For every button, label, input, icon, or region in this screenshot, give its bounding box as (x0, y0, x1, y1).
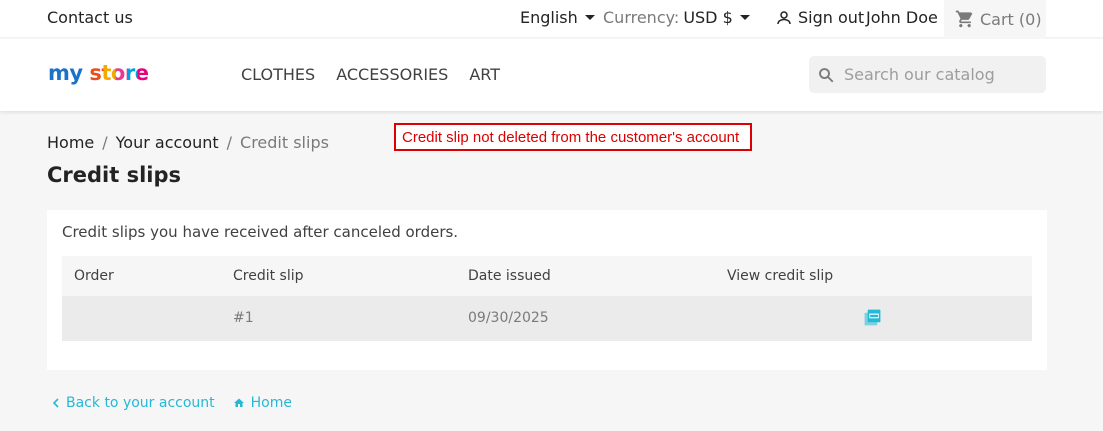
caret-down-icon (584, 15, 595, 20)
top-bar: Contact us English Currency: USD $ Sign … (0, 0, 1103, 38)
column-header-order: Order (74, 268, 114, 284)
search-box (809, 56, 1046, 93)
home-link[interactable]: Home (233, 395, 292, 411)
intro-text: Credit slips you have received after can… (62, 223, 459, 241)
back-to-account-label: Back to your account (66, 395, 215, 411)
sign-out-label: Sign out (798, 8, 865, 27)
cart-icon (955, 10, 973, 28)
main-header: my store CLOTHES ACCESSORIES ART (0, 39, 1103, 111)
breadcrumb-separator: / (226, 133, 233, 152)
breadcrumb-separator: / (102, 133, 108, 152)
currency-label: Currency: (603, 8, 680, 27)
breadcrumb-account[interactable]: Your account (116, 133, 219, 152)
column-header-date-issued: Date issued (468, 268, 551, 284)
home-label: Home (250, 395, 292, 411)
column-header-credit-slip: Credit slip (233, 268, 304, 284)
table-row: #1 09/30/2025 (62, 296, 1032, 341)
breadcrumb-current: Credit slips (240, 133, 329, 152)
language-selector[interactable]: English (520, 8, 595, 27)
search-input[interactable] (844, 65, 1034, 84)
breadcrumb-home[interactable]: Home (47, 133, 94, 152)
nav-item-art[interactable]: ART (469, 65, 500, 84)
sign-out-link[interactable]: Sign out (775, 8, 864, 27)
nav-item-accessories[interactable]: ACCESSORIES (336, 65, 448, 84)
column-header-view: View credit slip (727, 268, 834, 284)
credit-slips-table: Order Credit slip Date issued View credi… (62, 256, 1032, 341)
currency-selector[interactable]: Currency: USD $ (603, 8, 750, 27)
cart-label: Cart (0) (980, 9, 1042, 29)
cell-credit-slip: #1 (233, 310, 254, 326)
main-nav: CLOTHES ACCESSORIES ART (241, 65, 500, 84)
chevron-left-icon (52, 398, 59, 408)
cart-button[interactable]: Cart (0) (944, 0, 1046, 38)
account-footer-links: Back to your account Home (52, 395, 292, 411)
table-header: Order Credit slip Date issued View credi… (62, 256, 1032, 296)
store-logo[interactable]: my store (48, 61, 149, 85)
page-title: Credit slips (47, 163, 182, 187)
user-icon (777, 10, 791, 24)
breadcrumb: Home / Your account / Credit slips (47, 133, 329, 152)
credit-slips-card: Credit slips you have received after can… (47, 210, 1047, 370)
currency-value: USD $ (683, 8, 733, 27)
cell-date-issued: 09/30/2025 (468, 310, 549, 326)
caret-down-icon (739, 15, 750, 20)
logo-word-my: my (48, 61, 83, 85)
back-to-account-link[interactable]: Back to your account (52, 395, 215, 411)
search-icon[interactable] (817, 66, 835, 84)
nav-item-clothes[interactable]: CLOTHES (241, 65, 315, 84)
account-username[interactable]: John Doe (866, 8, 938, 27)
language-label: English (520, 8, 578, 27)
contact-us-link[interactable]: Contact us (47, 8, 133, 27)
home-icon (233, 398, 244, 407)
alert-message: Credit slip not deleted from the custome… (394, 123, 752, 151)
logo-word-store: store (89, 61, 149, 85)
pdf-icon[interactable] (863, 308, 882, 327)
